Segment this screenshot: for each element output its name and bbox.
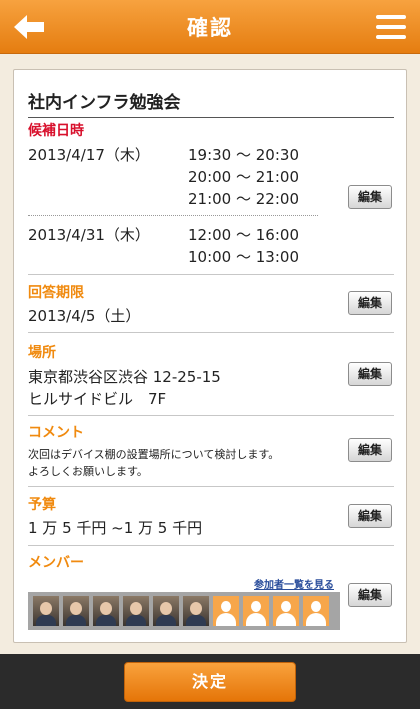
section-divider	[28, 486, 394, 487]
member-avatar[interactable]	[183, 596, 209, 626]
edit-deadline-button[interactable]: 編集	[348, 291, 392, 315]
edit-candidates-button[interactable]: 編集	[348, 185, 392, 209]
candidate-time: 12:00 〜 16:00	[188, 226, 299, 244]
deadline-value: 2013/4/5（土）	[28, 307, 141, 325]
budget-value: 1 万 5 千円 ~1 万 5 千円	[28, 519, 203, 537]
candidate-time: 20:00 〜 21:00	[188, 168, 299, 186]
place-address: 東京都渋谷区渋谷 12-25-15	[28, 368, 221, 386]
event-title: 社内インフラ勉強会	[28, 88, 394, 118]
confirmation-card: 社内インフラ勉強会 候補日時 2013/4/17（木） 19:30 〜 20:3…	[13, 69, 407, 643]
bottom-bar: 決定	[0, 654, 420, 709]
comment-label: コメント	[28, 425, 84, 441]
section-divider	[28, 415, 394, 416]
empty-member-avatar-icon[interactable]	[243, 596, 269, 626]
section-divider	[28, 274, 394, 275]
candidate-divider	[28, 215, 318, 216]
member-avatar[interactable]	[63, 596, 89, 626]
comment-line: 次回はデバイス棚の設置場所について検討します。	[28, 448, 280, 461]
budget-label: 予算	[28, 497, 56, 513]
candidate-time: 10:00 〜 13:00	[188, 248, 299, 266]
member-avatar[interactable]	[123, 596, 149, 626]
deadline-label: 回答期限	[28, 285, 84, 301]
section-divider	[28, 545, 394, 546]
place-label: 場所	[28, 345, 56, 361]
edit-budget-button[interactable]: 編集	[348, 504, 392, 528]
edit-members-button[interactable]: 編集	[348, 583, 392, 607]
empty-member-avatar-icon[interactable]	[303, 596, 329, 626]
decide-button[interactable]: 決定	[124, 662, 296, 702]
candidate-time: 21:00 〜 22:00	[188, 190, 299, 208]
hamburger-menu-icon[interactable]	[376, 15, 406, 39]
member-avatar[interactable]	[33, 596, 59, 626]
edit-place-button[interactable]: 編集	[348, 362, 392, 386]
page-title: 確認	[187, 16, 233, 40]
comment-line: よろしくお願いします。	[28, 465, 148, 478]
place-building: ヒルサイドビル 7F	[28, 390, 167, 408]
candidate-date: 2013/4/31（木）	[28, 226, 150, 244]
edit-comment-button[interactable]: 編集	[348, 438, 392, 462]
empty-member-avatar-icon[interactable]	[273, 596, 299, 626]
candidate-date: 2013/4/17（木）	[28, 146, 150, 164]
top-navigation-bar: 確認	[0, 0, 420, 54]
empty-member-avatar-icon[interactable]	[213, 596, 239, 626]
member-avatar[interactable]	[153, 596, 179, 626]
section-divider	[28, 332, 394, 333]
candidate-time: 19:30 〜 20:30	[188, 146, 299, 164]
view-participants-link[interactable]: 参加者一覧を見る	[254, 576, 334, 591]
candidates-label: 候補日時	[28, 123, 84, 139]
member-avatars	[28, 592, 340, 630]
member-avatar[interactable]	[93, 596, 119, 626]
members-label: メンバー	[28, 555, 84, 571]
